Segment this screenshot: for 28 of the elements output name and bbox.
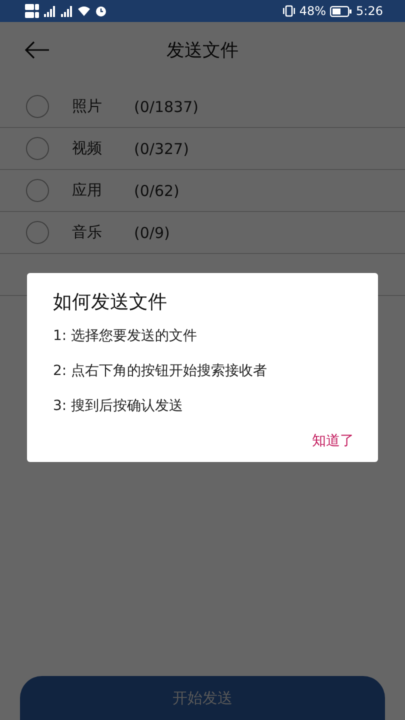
radio-button[interactable] (26, 221, 49, 244)
battery-icon (330, 6, 352, 16)
dialog-title: 如何发送文件 (53, 290, 168, 315)
category-name: 照片 (72, 97, 103, 116)
radio-button[interactable] (26, 95, 49, 118)
back-arrow-icon[interactable] (24, 41, 50, 59)
wifi-icon (77, 5, 91, 17)
radio-button[interactable] (26, 179, 49, 202)
instruction-text: 1: 选择您要发送的文件 (53, 327, 198, 345)
category-name: 视频 (72, 139, 103, 158)
vibrate-icon (283, 5, 296, 17)
category-name: 音乐 (72, 223, 103, 242)
battery-percent: 48% (299, 4, 326, 18)
category-count: (0/62) (134, 182, 180, 200)
category-count: (0/9) (134, 224, 170, 242)
signal-icon (60, 5, 73, 17)
clock: 5:26 (356, 4, 383, 18)
radio-button[interactable] (26, 137, 49, 160)
page-title: 发送文件 (166, 39, 238, 62)
category-count: (0/327) (134, 140, 189, 158)
category-name: 应用 (72, 181, 103, 200)
instruction-text: 2: 点右下角的按钮开始搜索接收者 (53, 362, 268, 380)
signal-icon (43, 5, 56, 17)
confirm-button[interactable]: 知道了 (312, 432, 354, 450)
category-count: (0/1837) (134, 98, 198, 116)
sim-card-icon (25, 4, 39, 18)
alarm-icon (95, 5, 107, 17)
instruction-text: 3: 搜到后按确认发送 (53, 397, 184, 415)
